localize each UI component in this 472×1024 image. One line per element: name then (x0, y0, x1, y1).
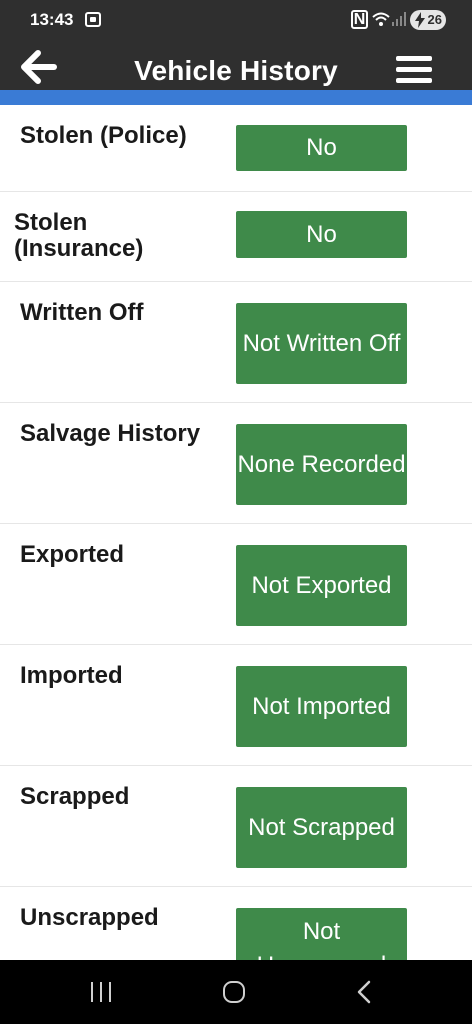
row-label: Imported (20, 662, 123, 689)
row-label: Unscrapped (20, 904, 159, 931)
row-value-badge: Not Unscrapped (236, 908, 407, 960)
history-row-stolen-insurance: Stolen (Insurance) No (0, 192, 472, 282)
history-row-unscrapped: Unscrapped Not Unscrapped (0, 887, 472, 960)
system-nav-bar (0, 960, 472, 1024)
home-icon[interactable] (223, 981, 245, 1003)
row-label: Stolen (Insurance) (14, 209, 144, 262)
hamburger-menu-icon[interactable] (396, 56, 432, 86)
row-label: Stolen (Police) (20, 122, 187, 149)
row-label: Written Off (20, 299, 144, 326)
back-chevron-icon[interactable] (356, 980, 372, 1004)
row-value-badge: Not Written Off (236, 303, 407, 384)
status-time: 13:43 (30, 10, 74, 29)
signal-icon (392, 12, 406, 26)
wifi-icon (372, 12, 390, 26)
history-row-scrapped: Scrapped Not Scrapped (0, 766, 472, 887)
row-value-badge: Not Scrapped (236, 787, 407, 868)
history-row-exported: Exported Not Exported (0, 524, 472, 645)
battery-level: 26 (427, 12, 442, 27)
row-value-badge: No (236, 211, 407, 258)
row-value-badge: None Recorded (236, 424, 407, 505)
nfc-icon: N (351, 10, 368, 29)
row-label: Salvage History (20, 420, 201, 447)
history-row-imported: Imported Not Imported (0, 645, 472, 766)
section-divider (0, 90, 472, 105)
history-row-written-off: Written Off Not Written Off (0, 282, 472, 403)
status-bar: 13:43 N 26 (0, 0, 472, 40)
history-row-stolen-police: Stolen (Police) No (0, 105, 472, 192)
battery-icon: 26 (410, 10, 446, 30)
recent-apps-icon[interactable] (90, 982, 112, 1002)
row-value-badge: Not Imported (236, 666, 407, 747)
history-row-salvage-history: Salvage History None Recorded (0, 403, 472, 524)
app-header: Vehicle History (0, 40, 472, 90)
row-label: Exported (20, 541, 125, 568)
charging-bolt-icon (415, 12, 425, 28)
screenshot-icon (85, 12, 101, 27)
row-value-badge: Not Exported (236, 545, 407, 626)
row-label: Scrapped (20, 783, 130, 810)
row-value-badge: No (236, 125, 407, 171)
history-list: Stolen (Police) No Stolen (Insurance) No… (0, 105, 472, 960)
